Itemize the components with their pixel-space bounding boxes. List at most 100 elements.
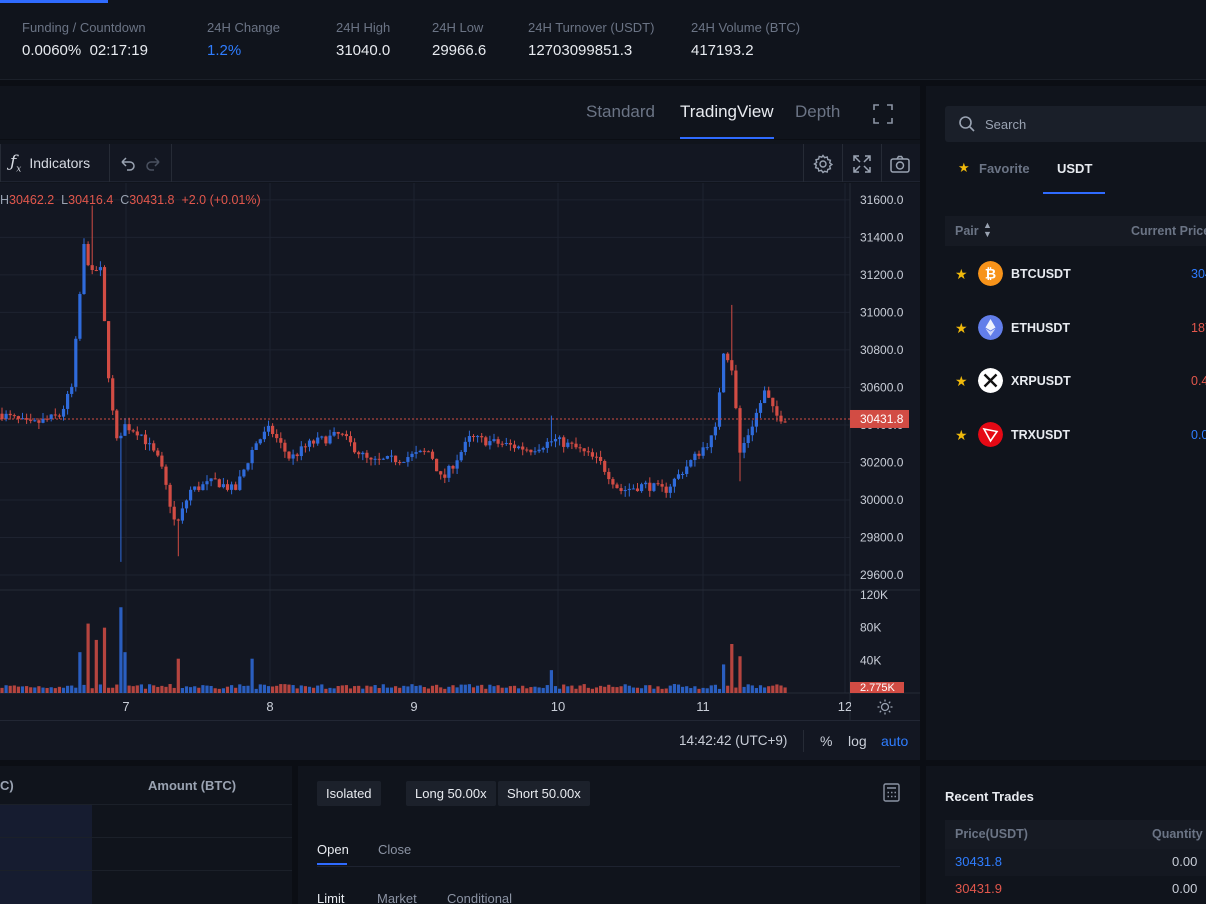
pair-table-header: Pair ▲ ▼ Current Price <box>945 216 1206 246</box>
volume-bar <box>348 688 353 693</box>
sort-icon[interactable]: ▲ ▼ <box>983 221 992 239</box>
candle-body <box>74 338 78 387</box>
candle-body <box>37 420 41 423</box>
candle-body <box>238 476 242 490</box>
col-pair[interactable]: Pair <box>955 224 979 238</box>
price-axis-tick: 29800.0 <box>860 530 904 544</box>
volume-bar <box>664 688 668 693</box>
volume-bar <box>197 687 201 693</box>
axis-corner <box>851 695 920 720</box>
candle-body <box>258 439 262 444</box>
volume-bar <box>156 686 160 693</box>
volume-axis-tick: 120K <box>860 588 888 602</box>
auto-scale-toggle[interactable]: auto <box>881 733 908 749</box>
candle-body <box>709 435 713 448</box>
candle-body <box>611 479 615 485</box>
margin-mode-button[interactable]: Isolated <box>317 781 381 806</box>
fullscreen-icon[interactable] <box>873 104 893 124</box>
volume-bar <box>553 686 558 693</box>
volume-bar <box>406 686 410 693</box>
candle-body <box>480 436 484 438</box>
chart-canvas[interactable]: 31600.0 31400.0 31200.0 31000.0 30800.0 30600… <box>0 183 920 720</box>
market-panel: Search ★ Favorite USDT Pair ▲ ▼ Current P… <box>926 86 1206 760</box>
candle-body <box>262 431 266 440</box>
search-input[interactable]: Search <box>945 106 1206 142</box>
volume-bar <box>123 652 127 693</box>
tab-open[interactable]: Open <box>317 842 349 857</box>
volume-bar <box>549 670 553 693</box>
candle-body <box>562 437 566 447</box>
volume-bar <box>758 685 763 693</box>
candle-body <box>512 444 517 449</box>
expand-icon[interactable] <box>851 153 873 175</box>
candle-body <box>406 457 410 462</box>
chart-clock: 14:42:42 (UTC+9) <box>679 733 788 748</box>
volume-axis-tick: 80K <box>860 621 881 635</box>
volume-bar <box>652 688 656 693</box>
order-type-limit[interactable]: Limit <box>317 891 344 904</box>
percent-scale-toggle[interactable]: % <box>820 733 832 749</box>
candle-body <box>324 436 328 444</box>
favorite-star-icon[interactable]: ★ <box>955 373 968 390</box>
tab-favorite-label: Favorite <box>979 161 1030 176</box>
candle-body <box>389 455 394 457</box>
long-leverage-button[interactable]: Long 50.00x <box>406 781 496 806</box>
tab-usdt[interactable]: USDT <box>1057 161 1092 176</box>
log-scale-toggle[interactable]: log <box>848 733 867 749</box>
candle-body <box>685 466 689 474</box>
candle-body <box>307 440 312 447</box>
favorite-star-icon[interactable]: ★ <box>955 266 968 283</box>
redo-icon[interactable] <box>143 153 165 175</box>
price-axis-tick: 31000.0 <box>860 305 904 319</box>
candle-body <box>303 446 307 448</box>
candle-body <box>283 442 287 452</box>
tab-close[interactable]: Close <box>378 842 411 857</box>
calculator-icon[interactable] <box>883 783 900 802</box>
ohlc-low: 30416.4 <box>68 193 114 207</box>
candle-body <box>713 426 717 436</box>
pair-row-trxusdt[interactable]: ★ TRXUSDT 0.07 <box>945 420 1206 450</box>
indicators-label: Indicators <box>29 155 91 171</box>
tab-depth[interactable]: Depth <box>795 102 840 122</box>
pair-symbol: TRXUSDT <box>1011 428 1071 442</box>
recent-trades-header: Price(USDT) Quantity <box>945 820 1206 849</box>
volume-bar <box>168 684 172 693</box>
toolbar-divider <box>171 144 172 182</box>
volume-bar <box>115 684 119 693</box>
settings-gear-icon[interactable] <box>812 153 834 175</box>
candle-body <box>180 508 184 521</box>
high-stat: 24H High 31040.0 <box>336 20 390 59</box>
volume-bar <box>541 687 545 693</box>
indicators-button[interactable]: ƒx Indicators <box>10 152 90 174</box>
candle-body <box>176 519 180 521</box>
orderbook-depth-bar <box>0 805 92 838</box>
undo-icon[interactable] <box>116 153 138 175</box>
pair-row-ethusdt[interactable]: ★ ETHUSDT 1876 <box>945 313 1206 343</box>
high-value: 31040.0 <box>336 42 391 59</box>
pair-row-xrpusdt[interactable]: ★ XRPUSDT 0.47 <box>945 366 1206 396</box>
volume-bar <box>394 686 398 693</box>
order-type-conditional[interactable]: Conditional <box>447 891 512 904</box>
favorite-star-icon[interactable]: ★ <box>955 320 968 337</box>
pair-row-btcusdt[interactable]: ★ ₿ BTCUSDT 3043 <box>945 259 1206 289</box>
favorite-star-icon[interactable]: ★ <box>955 427 968 444</box>
camera-icon[interactable] <box>889 153 911 175</box>
candle-body <box>476 436 480 438</box>
order-type-market[interactable]: Market <box>377 891 417 904</box>
candle-body <box>754 412 758 427</box>
candle-body <box>348 436 353 443</box>
funding-value: 0.0060% 02:17:19 <box>22 42 148 59</box>
chart-panel: Standard TradingView Depth ƒx Indicators… <box>0 86 920 760</box>
tab-favorite[interactable]: ★ Favorite <box>958 160 1030 176</box>
candle-body <box>299 446 303 457</box>
time-axis-tick: 12 <box>838 699 852 714</box>
candle-body <box>676 474 681 479</box>
candle-body <box>566 442 570 447</box>
candlestick-chart[interactable]: 31600.0 31400.0 31200.0 31000.0 30800.0 30600… <box>0 183 920 760</box>
tab-standard[interactable]: Standard <box>586 102 655 122</box>
candle-body <box>631 488 635 490</box>
tab-tradingview[interactable]: TradingView <box>680 102 774 139</box>
volume-bar <box>590 688 594 693</box>
orderbook-depth-bar <box>0 871 92 904</box>
short-leverage-button[interactable]: Short 50.00x <box>498 781 590 806</box>
